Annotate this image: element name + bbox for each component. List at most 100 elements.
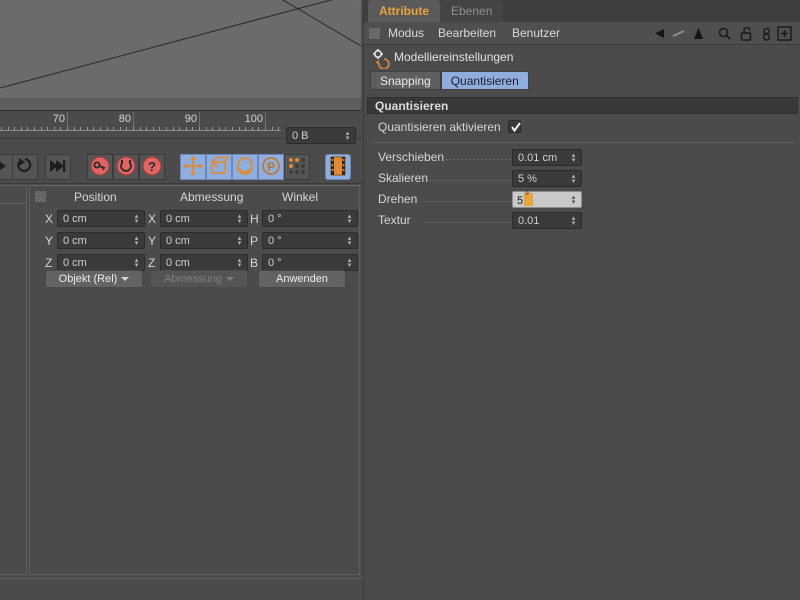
move-tool-icon [183, 155, 203, 179]
bottom-strip [0, 578, 363, 600]
keyframe-question-icon: ? [141, 155, 163, 180]
move-tool-button[interactable] [180, 154, 206, 180]
keyframe-question-button[interactable]: ? [139, 154, 165, 180]
back-arrow-icon[interactable] [652, 25, 669, 42]
quantize-value: 5 % [518, 172, 537, 185]
frame-field-spinner[interactable]: ▴ ▾ [343, 130, 355, 142]
loop-icon [15, 156, 35, 179]
panel-tabstrip: Attribute Ebenen [364, 0, 800, 22]
render-view-button[interactable] [325, 154, 351, 180]
viewport-footer [0, 98, 361, 110]
quantize-field-verschieben[interactable]: 0.01 cm ▴ ▾ [512, 149, 582, 166]
coordinate-spinner[interactable]: ▴ ▾ [235, 235, 247, 247]
coordinate-field[interactable]: 0 ° ▴ ▾ [262, 254, 358, 271]
coordinate-spinner[interactable]: ▴ ▾ [345, 235, 357, 247]
coordinate-spinner[interactable]: ▴ ▾ [235, 257, 247, 269]
pencil-icon[interactable] [670, 25, 687, 42]
coordinate-value: 0 ° [268, 212, 282, 225]
coordinate-row: X0 cm ▴ ▾ X 0 cm ▴ ▾ H 0 ° ▴ ▾ [30, 210, 359, 230]
menu-benutzer[interactable]: Benutzer [512, 26, 560, 40]
axis-label: X [148, 212, 157, 226]
quantize-label: Drehen [378, 192, 418, 206]
coordinate-field[interactable]: 0 cm ▴ ▾ [57, 254, 145, 271]
quantize-spinner[interactable]: ▴ ▾ [569, 194, 581, 206]
quantize-row: Verschieben 0.01 cm ▴ ▾ [364, 149, 800, 166]
quantize-spinner[interactable]: ▴ ▾ [569, 173, 581, 185]
quantize-spinner[interactable]: ▴ ▾ [569, 215, 581, 227]
tab-attribute[interactable]: Attribute [368, 0, 440, 22]
coordinate-spinner[interactable]: ▴ ▾ [132, 213, 144, 225]
coordinate-spinner[interactable]: ▴ ▾ [345, 213, 357, 225]
axis-label: Y [45, 234, 54, 248]
coordinate-value: 0 cm [63, 234, 87, 247]
scale-tool-button[interactable] [206, 154, 232, 180]
coordinate-row: Y0 cm ▴ ▾ Y 0 cm ▴ ▾ P 0 ° ▴ ▾ [30, 232, 359, 252]
record-keyframe-button[interactable] [87, 154, 113, 180]
menu-bearbeiten[interactable]: Bearbeiten [438, 26, 496, 40]
coordinate-value: 0 cm [166, 212, 190, 225]
tab-ebenen[interactable]: Ebenen [440, 0, 504, 22]
quantize-spinner[interactable]: ▴ ▾ [569, 152, 581, 164]
render-view-icon [329, 156, 347, 179]
scale-tool-icon [209, 156, 230, 179]
timeline-tick-label: 100 [244, 113, 263, 125]
coordinates-panel: Position Abmessung Winkel X 0 cm ▴ ▾ X 0 cm ▴ ▾… [29, 185, 360, 575]
timeline-baseline [0, 130, 281, 131]
coordinate-spinner[interactable]: ▴ ▾ [235, 213, 247, 225]
timeline-ticks: 70 80 90 100 [0, 112, 281, 139]
coordinate-field[interactable]: 0 ° ▴ ▾ [262, 232, 358, 249]
size-mode-label: Abmessung [163, 273, 223, 285]
coordinate-value: 0 cm [166, 234, 190, 247]
object-name: Modelliereinstellungen [394, 50, 514, 64]
quantize-row: Skalieren 5 % ▴ ▾ [364, 170, 800, 187]
link-icon[interactable] [758, 25, 775, 42]
size-mode-button[interactable]: Abmessung [150, 270, 248, 288]
coordinate-field[interactable]: 0 ° ▴ ▾ [262, 210, 358, 227]
autokeying-button[interactable] [113, 154, 139, 180]
unlocked-padlock-icon[interactable] [738, 25, 755, 42]
go-to-end-button[interactable] [45, 154, 71, 180]
quantize-row: Textur 0.01 ▴ ▾ [364, 212, 800, 229]
axis-label: H [250, 212, 259, 226]
axis-label: P [250, 234, 259, 248]
axis-label: B [250, 256, 259, 270]
snap-grid-button[interactable] [284, 154, 310, 180]
coordinate-field[interactable]: 0 cm ▴ ▾ [57, 232, 145, 249]
subtab-quantisieren[interactable]: Quantisieren [440, 71, 529, 90]
viewport-wireframe [0, 0, 361, 89]
menu-modus[interactable]: Modus [388, 26, 424, 40]
column-header-abmessung: Abmessung [180, 190, 244, 204]
timeline-tick-label: 70 [52, 113, 65, 125]
viewport-3d[interactable] [0, 0, 361, 111]
cinema4d-window: 70 80 90 100 0 B ▴ ▾ ? P Position Abmessung W… [0, 0, 800, 600]
section-header-label: Quantisieren [375, 98, 449, 113]
coordinate-mode-label: Objekt (Rel) [58, 273, 118, 285]
text-cursor: ° [524, 191, 534, 206]
section-divider [372, 142, 793, 143]
coordinate-field[interactable]: 0 cm ▴ ▾ [160, 210, 248, 227]
plus-box-icon[interactable] [776, 25, 793, 42]
quantize-field-drehen[interactable]: 5 ° ▴ ▾ [512, 191, 582, 208]
frame-field[interactable]: 0 B ▴ ▾ [286, 127, 356, 144]
left-region: 70 80 90 100 0 B ▴ ▾ ? P Position Abmessung W… [0, 0, 363, 600]
coordinate-spinner[interactable]: ▴ ▾ [345, 257, 357, 269]
enable-checkbox[interactable] [508, 120, 521, 133]
loop-button[interactable] [12, 154, 38, 180]
coordinate-field[interactable]: 0 cm ▴ ▾ [160, 232, 248, 249]
subtab-snapping[interactable]: Snapping [370, 71, 441, 90]
coordinate-field[interactable]: 0 cm ▴ ▾ [160, 254, 248, 271]
quantize-field-textur[interactable]: 0.01 ▴ ▾ [512, 212, 582, 229]
rotate-tool-button[interactable] [232, 154, 258, 180]
coordinate-value: 0 ° [268, 234, 282, 247]
quantize-field-skalieren[interactable]: 5 % ▴ ▾ [512, 170, 582, 187]
up-arrow-icon[interactable] [690, 25, 707, 42]
menubar-grip-icon[interactable] [369, 28, 380, 39]
magnifier-icon[interactable] [716, 25, 733, 42]
coordinate-mode-button[interactable]: Objekt (Rel) [45, 270, 143, 288]
apply-button[interactable]: Anwenden [258, 270, 346, 288]
panel-grip-icon[interactable] [35, 191, 46, 202]
coordinate-field[interactable]: 0 cm ▴ ▾ [57, 210, 145, 227]
coordinate-spinner[interactable]: ▴ ▾ [132, 257, 144, 269]
coordinate-spinner[interactable]: ▴ ▾ [132, 235, 144, 247]
parametric-tool-button[interactable]: P [258, 154, 284, 180]
